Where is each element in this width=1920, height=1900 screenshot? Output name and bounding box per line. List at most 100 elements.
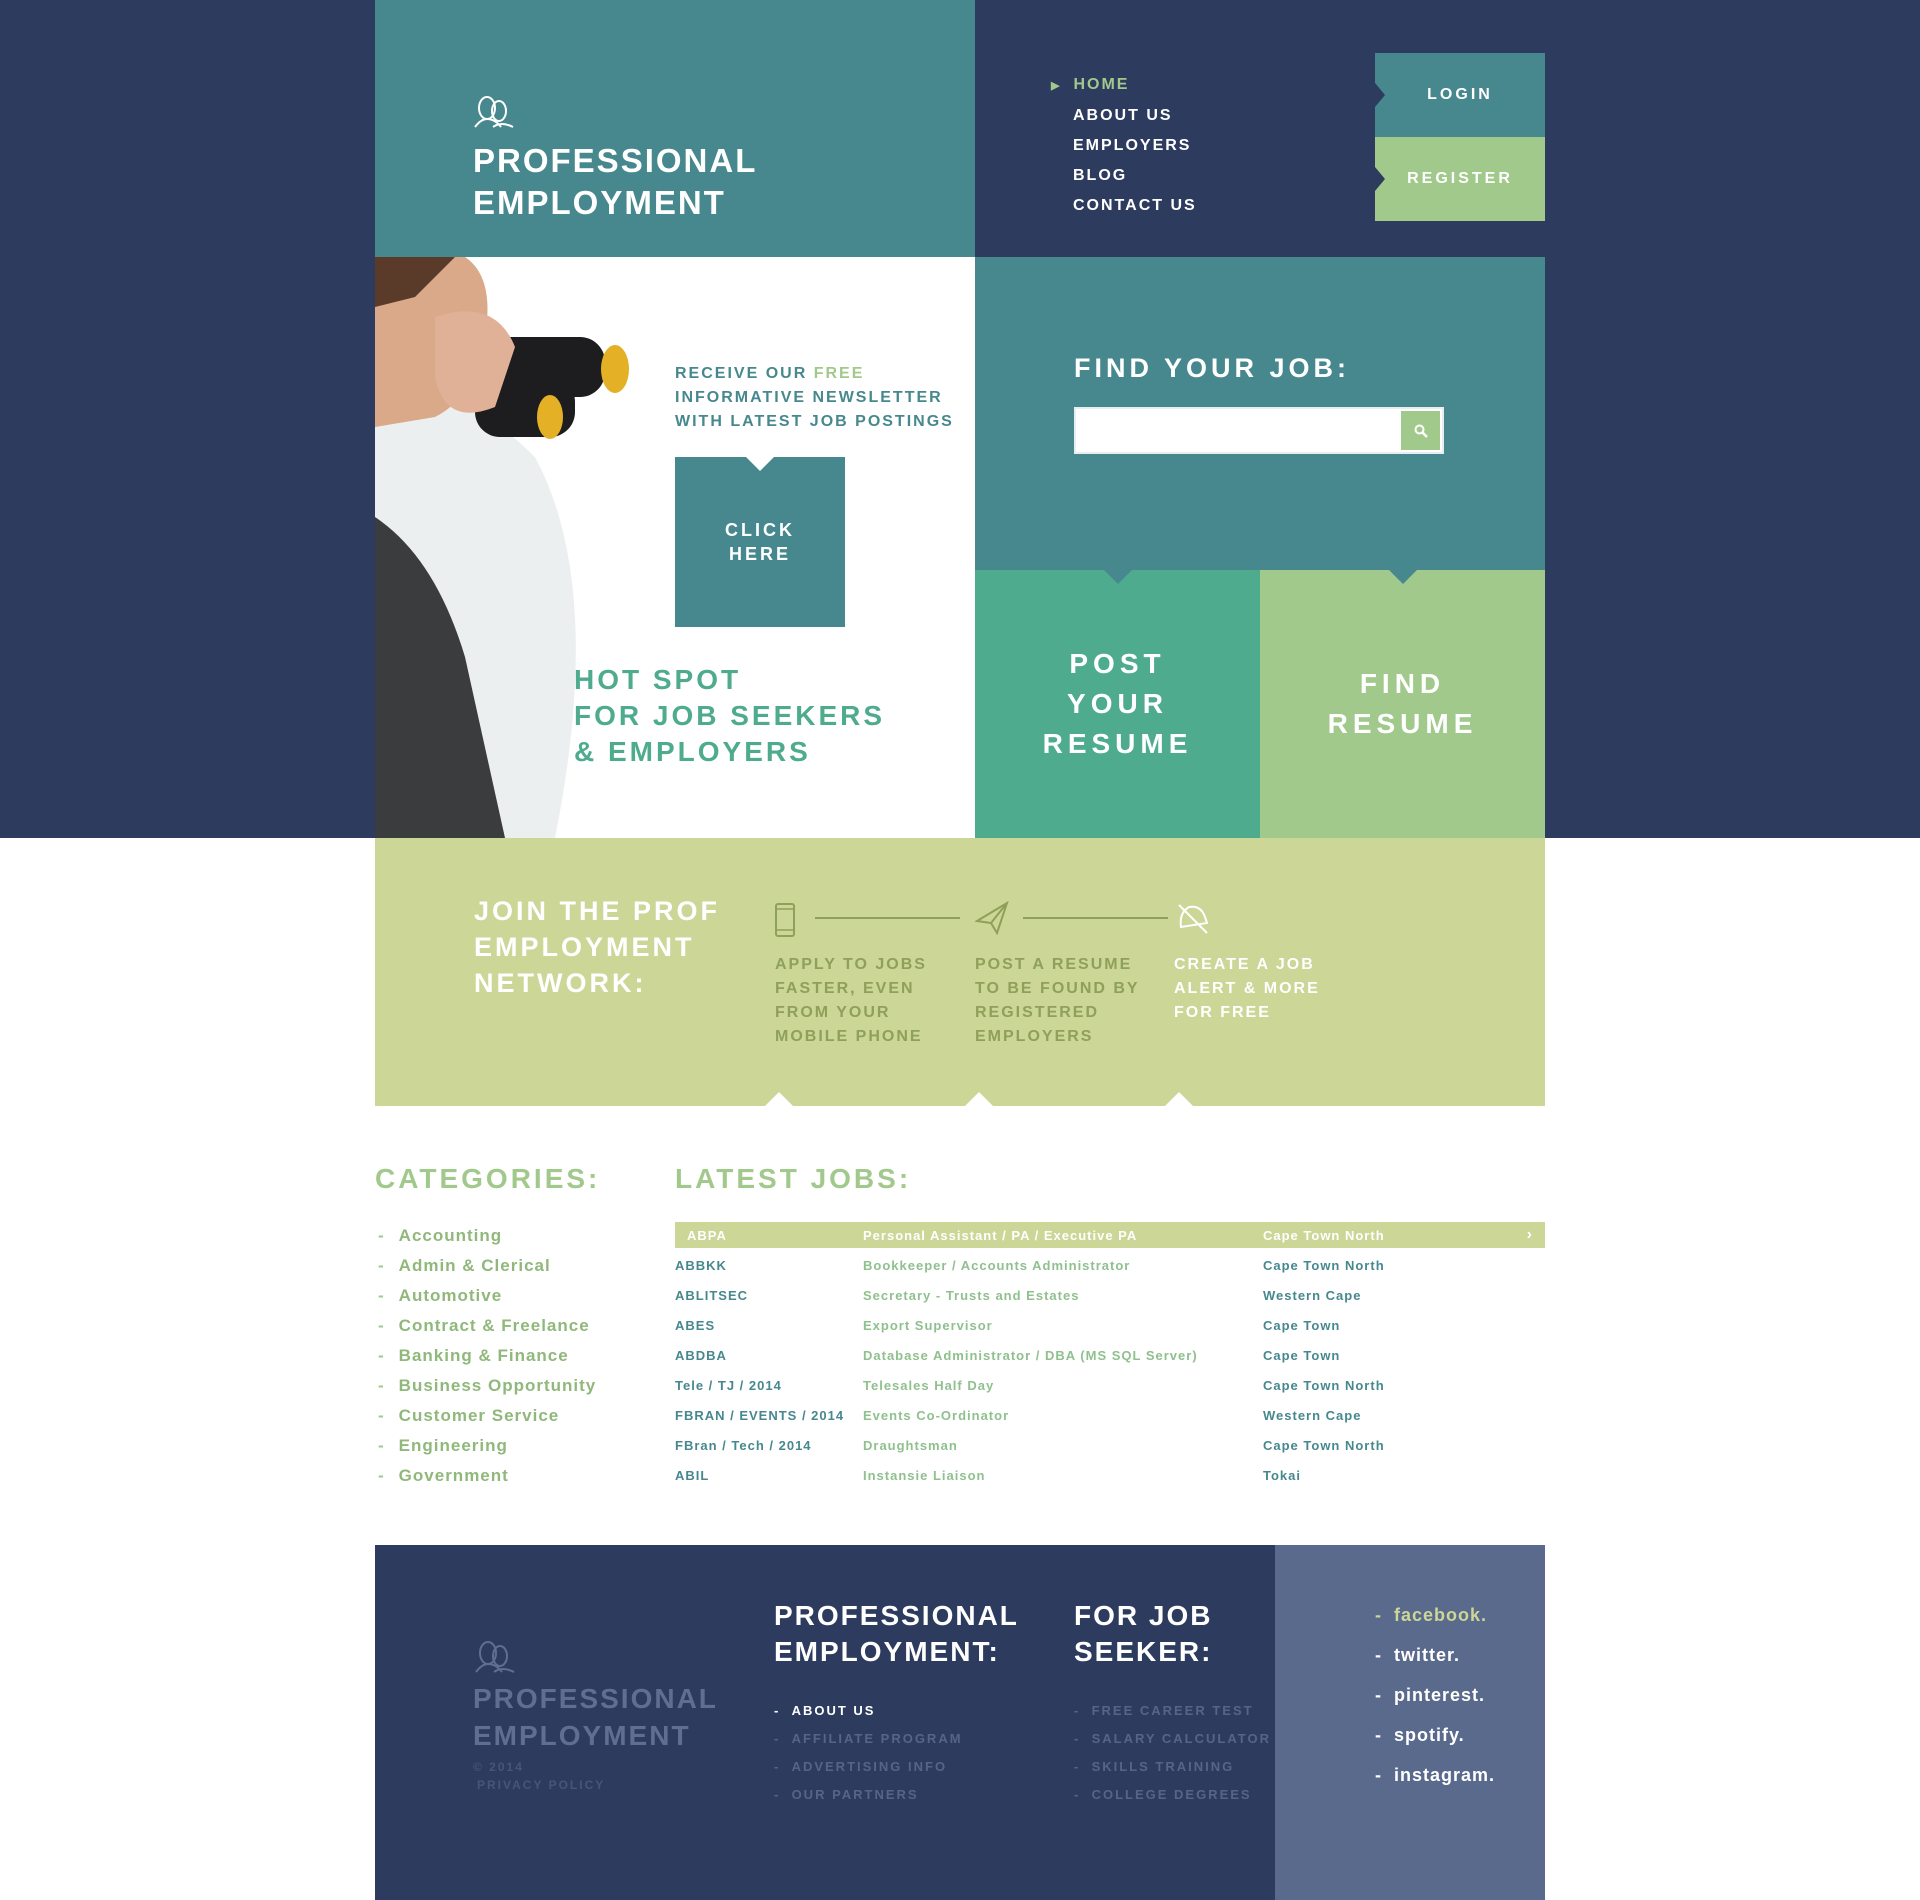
divider (815, 917, 960, 919)
divider (1023, 917, 1168, 919)
brand-title[interactable]: PROFESSIONAL EMPLOYMENT (473, 140, 757, 224)
job-row[interactable]: ABDBA Database Administrator / DBA (MS SQ… (675, 1342, 1545, 1368)
job-row[interactable]: ABIL Instansie Liaison Tokai (675, 1462, 1545, 1488)
job-code: ABDBA (675, 1347, 727, 1363)
mobile-phone-icon (775, 903, 795, 937)
job-location: Tokai (1263, 1467, 1301, 1483)
job-row[interactable]: ABLITSEC Secretary - Trusts and Estates We… (675, 1282, 1545, 1308)
login-button[interactable]: LOGIN (1375, 53, 1545, 137)
footer-link[interactable]: - SKILLS TRAINING (1074, 1753, 1271, 1781)
privacy-policy-link[interactable]: PRIVACY POLICY (473, 1776, 605, 1794)
notch (746, 457, 774, 471)
pinterest-link[interactable]: - pinterest. (1375, 1675, 1495, 1715)
search-icon (1414, 424, 1428, 438)
job-location: Cape Town (1263, 1317, 1341, 1333)
step-apply: APPLY TO JOBS FASTER, EVEN FROM YOUR MOBILE… (775, 956, 927, 1045)
job-row[interactable]: ABPA Personal Assistant / PA / Executive … (675, 1222, 1545, 1248)
job-code: ABIL (675, 1467, 710, 1483)
nav-contact-us[interactable]: CONTACT US (1073, 191, 1197, 221)
job-title: Instansie Liaison (863, 1467, 986, 1483)
nav-about-us[interactable]: ABOUT US (1073, 101, 1197, 131)
category-item[interactable]: - Engineering (378, 1431, 596, 1461)
hero-panel: RECEIVE OUR FREE INFORMATIVE NEWSLETTER … (375, 257, 975, 838)
job-row[interactable]: ABBKK Bookkeeper / Accounts Administrator… (675, 1252, 1545, 1278)
job-location: Western Cape (1263, 1287, 1362, 1303)
register-button[interactable]: REGISTER (1375, 137, 1545, 221)
main-nav: ▶ HOME ABOUT US EMPLOYERS BLOG CONTACT US (1051, 70, 1197, 221)
paper-plane-icon (975, 901, 1009, 935)
job-title: Events Co-Ordinator (863, 1407, 1010, 1423)
footer-col1-title: PROFESSIONAL EMPLOYMENT: (774, 1600, 1019, 1667)
job-location: Cape Town (1263, 1347, 1341, 1363)
category-item[interactable]: - Contract & Freelance (378, 1311, 596, 1341)
job-title: Secretary - Trusts and Estates (863, 1287, 1080, 1303)
latest-jobs-title: LATEST JOBS: (675, 1163, 912, 1194)
job-code: ABBKK (675, 1257, 727, 1273)
notch (1165, 1092, 1193, 1106)
footer-link[interactable]: - ABOUT US (774, 1697, 963, 1725)
job-row[interactable]: FBran / Tech / 2014 Draughtsman Cape Town … (675, 1432, 1545, 1458)
social-links: - facebook. - twitter. - pinterest. - sp… (1275, 1545, 1545, 1900)
chevron-right-icon: › (1526, 1226, 1533, 1243)
job-row[interactable]: Tele / TJ / 2014 Telesales Half Day Cape T… (675, 1372, 1545, 1398)
job-location: Cape Town North (1263, 1437, 1385, 1453)
job-title: Draughtsman (863, 1437, 958, 1453)
job-location: Cape Town North (1263, 1257, 1385, 1273)
nav-home[interactable]: ▶ HOME (1051, 70, 1197, 101)
caret-right-icon: ▶ (1051, 80, 1062, 92)
job-code: ABLITSEC (675, 1287, 748, 1303)
footer-link[interactable]: - FREE CAREER TEST (1074, 1697, 1271, 1725)
footer-col2-title: FOR JOB SEEKER: (1074, 1600, 1213, 1667)
find-job-panel: FIND YOUR JOB: (975, 257, 1545, 570)
job-row[interactable]: FBRAN / EVENTS / 2014 Events Co-Ordinator… (675, 1402, 1545, 1428)
job-code: Tele / TJ / 2014 (675, 1377, 782, 1393)
step-job-alert: CREATE A JOB ALERT & MORE FOR FREE (1174, 956, 1320, 1021)
footer-brand: PROFESSIONAL EMPLOYMENT (473, 1683, 718, 1751)
job-title: Bookkeeper / Accounts Administrator (863, 1257, 1131, 1273)
instagram-link[interactable]: - instagram. (1375, 1755, 1495, 1795)
footer-link[interactable]: - COLLEGE DEGREES (1074, 1781, 1271, 1809)
job-code: ABPA (687, 1227, 727, 1243)
category-item[interactable]: - Automotive (378, 1281, 596, 1311)
click-here-button[interactable]: CLICK HERE (675, 457, 845, 627)
hero-tagline: HOT SPOT FOR JOB SEEKERS & EMPLOYERS (574, 664, 886, 767)
post-resume-tile[interactable]: POST YOUR RESUME (975, 570, 1260, 838)
find-job-title: FIND YOUR JOB: (1074, 353, 1351, 383)
category-item[interactable]: - Government (378, 1461, 596, 1491)
job-code: ABES (675, 1317, 716, 1333)
footer-col1-links: - ABOUT US - AFFILIATE PROGRAM - ADVERTI… (774, 1697, 963, 1809)
job-location: Cape Town North (1263, 1377, 1385, 1393)
search-input[interactable] (1076, 409, 1396, 452)
newsletter-text: RECEIVE OUR FREE INFORMATIVE NEWSLETTER … (675, 365, 954, 430)
find-resume-tile[interactable]: FIND RESUME (1260, 570, 1545, 838)
search-button[interactable] (1401, 411, 1440, 450)
search-box (1074, 407, 1444, 454)
footer-link[interactable]: - ADVERTISING INFO (774, 1753, 963, 1781)
spotify-link[interactable]: - spotify. (1375, 1715, 1495, 1755)
category-item[interactable]: - Banking & Finance (378, 1341, 596, 1371)
footer-link[interactable]: - AFFILIATE PROGRAM (774, 1725, 963, 1753)
category-item[interactable]: - Accounting (378, 1221, 596, 1251)
job-code: FBran / Tech / 2014 (675, 1437, 812, 1453)
join-network-band: JOIN THE PROF EMPLOYMENT NETWORK: APPLY TO… (375, 838, 1545, 1106)
footer-link[interactable]: - OUR PARTNERS (774, 1781, 963, 1809)
bell-icon (1178, 904, 1209, 934)
job-row[interactable]: ABES Export Supervisor Cape Town (675, 1312, 1545, 1338)
job-location: Cape Town North (1263, 1227, 1385, 1243)
footer-legal: © 2014 PRIVACY POLICY (473, 1760, 606, 1794)
step-post-resume: POST A RESUME TO BE FOUND BY REGISTERED EMP… (975, 956, 1140, 1045)
category-item[interactable]: - Admin & Clerical (378, 1251, 596, 1281)
brand-block: PROFESSIONAL EMPLOYMENT (375, 0, 975, 257)
job-code: FBRAN / EVENTS / 2014 (675, 1407, 845, 1423)
twitter-link[interactable]: - twitter. (1375, 1635, 1495, 1675)
category-item[interactable]: - Business Opportunity (378, 1371, 596, 1401)
facebook-link[interactable]: - facebook. (1375, 1595, 1495, 1635)
job-location: Western Cape (1263, 1407, 1362, 1423)
job-title: Database Administrator / DBA (MS SQL Ser… (863, 1347, 1198, 1363)
nav-blog[interactable]: BLOG (1073, 161, 1197, 191)
footer-link[interactable]: - SALARY CALCULATOR (1074, 1725, 1271, 1753)
nav-employers[interactable]: EMPLOYERS (1073, 131, 1197, 161)
job-title: Personal Assistant / PA / Executive PA (863, 1227, 1138, 1243)
category-item[interactable]: - Customer Service (378, 1401, 596, 1431)
join-title: JOIN THE PROF EMPLOYMENT NETWORK: (474, 896, 721, 998)
